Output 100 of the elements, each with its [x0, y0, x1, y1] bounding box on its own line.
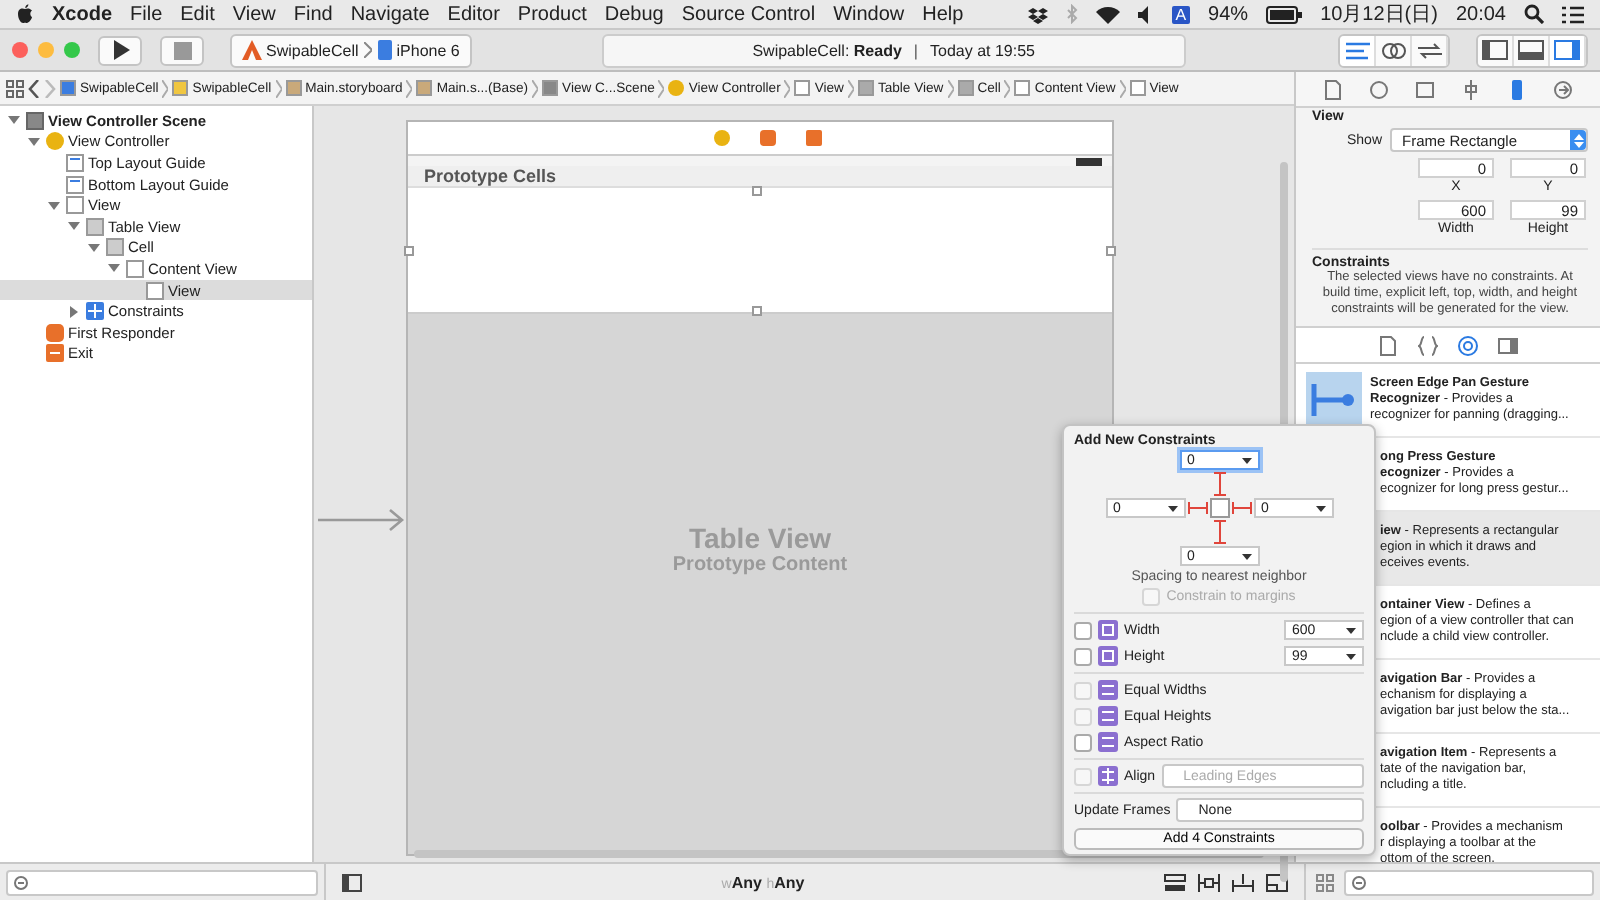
menu-item[interactable]: Edit	[180, 3, 215, 25]
cube-icon	[46, 323, 64, 342]
build-status: SwipableCell: Ready	[752, 41, 902, 59]
list-icon[interactable]	[1562, 5, 1584, 23]
first-responder-icon[interactable]	[760, 130, 776, 146]
apple-icon[interactable]	[16, 4, 34, 24]
prototype-cell[interactable]	[408, 186, 1112, 314]
connections-icon[interactable]	[1554, 79, 1572, 99]
layout-guide-icon	[66, 175, 84, 194]
navigator-toggle-button[interactable]	[1478, 35, 1514, 65]
chevron-icon	[847, 79, 854, 97]
constraints-icon	[86, 302, 104, 321]
version-editor-button[interactable]	[1412, 35, 1448, 65]
view-icon	[1014, 80, 1031, 96]
scheme-selector[interactable]: SwipableCell	[242, 40, 359, 60]
code-snippet-icon[interactable]	[1418, 335, 1438, 355]
section-header: Prototype Cells	[408, 166, 1112, 186]
file-template-icon[interactable]	[1378, 335, 1398, 355]
menu-item[interactable]: Editor	[447, 3, 500, 25]
object-library-icon[interactable]	[1458, 335, 1478, 355]
menu-item[interactable]: Window	[833, 3, 905, 25]
chevron-icon	[364, 42, 373, 58]
checkbox[interactable]	[1074, 733, 1092, 751]
close-icon[interactable]	[12, 42, 28, 58]
checkbox[interactable]	[1074, 647, 1092, 665]
battery-percent: 94%	[1208, 3, 1249, 25]
volume-icon[interactable]	[1137, 5, 1154, 23]
chevron-icon	[162, 79, 169, 97]
chevron-icon	[1119, 79, 1126, 97]
build-time: Today at 19:55	[930, 41, 1035, 59]
battery-icon[interactable]	[1266, 5, 1303, 23]
view-controller-icon	[668, 80, 685, 96]
file-icon[interactable]	[1324, 79, 1342, 99]
folder-icon	[172, 80, 189, 96]
standard-editor-button[interactable]	[1340, 35, 1376, 65]
assistant-editor-button[interactable]	[1376, 35, 1412, 65]
menu-clock[interactable]: 20:04	[1455, 3, 1506, 25]
filter-field[interactable]	[1344, 869, 1594, 895]
search-icon[interactable]	[1524, 4, 1544, 24]
strut-icon[interactable]	[1187, 502, 1207, 514]
back-icon[interactable]	[28, 79, 40, 97]
chevron-icon	[406, 79, 413, 97]
chevron-icon	[1004, 79, 1011, 97]
caret-icon	[1167, 505, 1177, 511]
menu-item[interactable]: Source Control	[681, 3, 816, 25]
align-icon	[1098, 766, 1118, 786]
dropbox-icon[interactable]	[1027, 5, 1048, 23]
equal-widths-icon	[1098, 680, 1118, 700]
placeholder-title: Table View	[688, 521, 832, 553]
menu-item[interactable]: File	[130, 3, 163, 25]
strut-icon[interactable]	[1213, 472, 1225, 496]
wifi-icon[interactable]	[1095, 5, 1120, 23]
equal-heights-icon	[1098, 706, 1118, 726]
run-button[interactable]	[98, 35, 142, 65]
file-icon	[957, 80, 974, 96]
resize-icon[interactable]	[1266, 873, 1288, 891]
stop-icon	[173, 41, 191, 59]
menu-item[interactable]: Product	[517, 3, 587, 25]
menu-item[interactable]: Debug	[604, 3, 664, 25]
grid-icon[interactable]	[1316, 873, 1334, 891]
separator: |	[913, 41, 918, 59]
device-selector[interactable]: iPhone 6	[378, 40, 460, 60]
grid-icon[interactable]	[6, 79, 24, 97]
chevron-icon	[658, 79, 665, 97]
entry-arrow	[318, 508, 406, 532]
menu-item[interactable]: Navigate	[350, 3, 430, 25]
strut-icon[interactable]	[1213, 520, 1225, 544]
media-library-icon[interactable]	[1498, 335, 1518, 355]
menu-item[interactable]: View	[232, 3, 276, 25]
disclosure-triangle-icon[interactable]	[68, 305, 80, 318]
utilities-toggle-button[interactable]	[1550, 35, 1586, 65]
debug-area-toggle-button[interactable]	[1514, 35, 1550, 65]
filter-icon	[14, 875, 28, 889]
resolve-icon[interactable]	[1232, 873, 1254, 891]
checkbox[interactable]	[1074, 621, 1092, 639]
pin-icon[interactable]	[1198, 873, 1220, 891]
stack-icon[interactable]	[1164, 873, 1186, 891]
view-icon	[1129, 80, 1146, 96]
exit-icon	[46, 344, 64, 363]
scene-icon	[26, 111, 44, 130]
file-icon	[542, 80, 559, 96]
chevron-icon	[532, 79, 539, 97]
menu-item[interactable]: Find	[293, 3, 333, 25]
view-icon	[66, 196, 84, 215]
chevron-icon	[275, 79, 282, 97]
strut-icon[interactable]	[1231, 502, 1251, 514]
filter-field[interactable]	[6, 869, 318, 895]
file-icon	[416, 80, 433, 96]
chevron-icon	[947, 79, 954, 97]
menu-item[interactable]: Xcode	[52, 3, 113, 25]
file-icon	[285, 80, 302, 96]
stop-button[interactable]	[160, 35, 204, 65]
sidebar-toggle-icon[interactable]	[342, 873, 362, 891]
menu-item[interactable]: Help	[922, 3, 964, 25]
stepper-arrows-icon	[1573, 133, 1583, 147]
menu-date[interactable]: 10月12日(日)	[1320, 0, 1438, 28]
height-icon	[1098, 646, 1118, 666]
aspect-ratio-icon	[1098, 732, 1118, 752]
caret-icon	[1346, 653, 1356, 659]
input-source-icon[interactable]: A	[1171, 5, 1191, 23]
